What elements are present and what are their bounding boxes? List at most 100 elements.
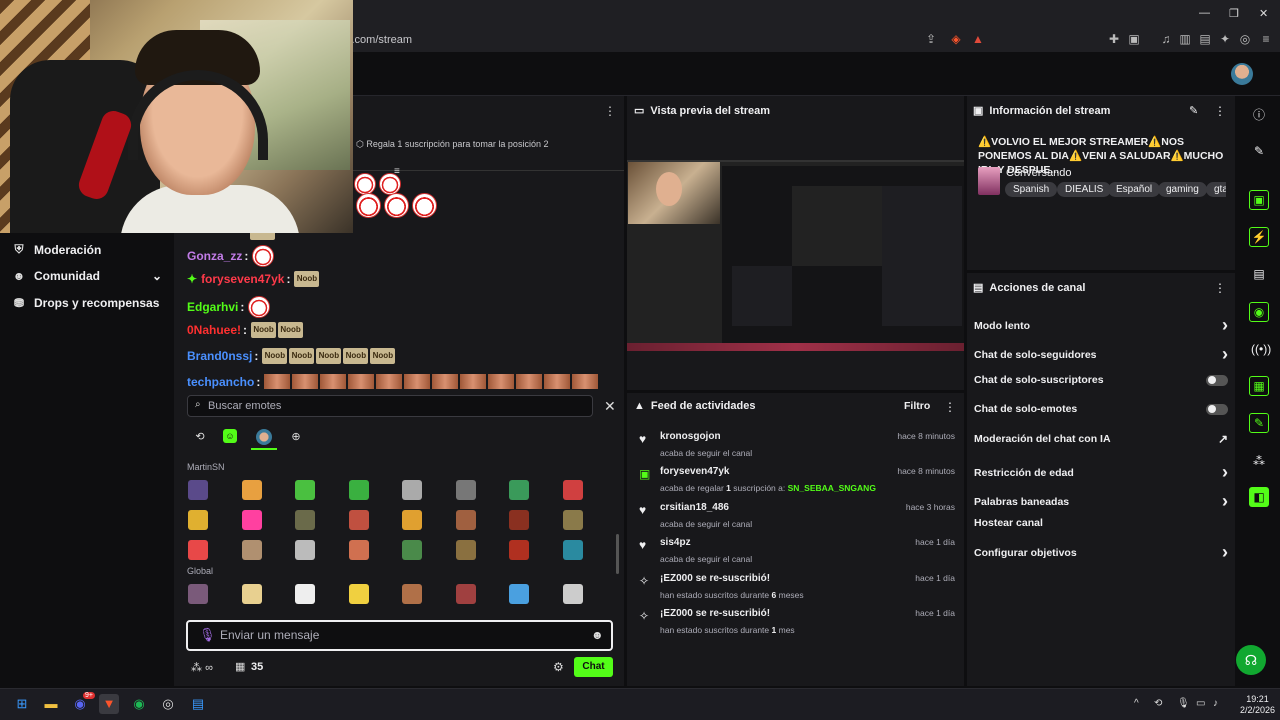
filter-button[interactable]: Filtro <box>904 400 930 412</box>
feed-item[interactable]: ✧ ¡EZ000 se re-suscribió! hace 1 día han es… <box>639 573 955 600</box>
emote-cell[interactable] <box>400 540 454 570</box>
edit-icon[interactable]: ✎ <box>1189 104 1198 117</box>
share-icon[interactable]: ⇪ <box>924 32 938 46</box>
music-icon[interactable]: ♫ <box>1159 32 1173 46</box>
feed-user[interactable]: crsitian18_486 <box>660 502 729 513</box>
chat-username[interactable]: 0Nahuee! <box>187 323 241 337</box>
chat-username[interactable]: Gonza_zz <box>187 249 242 263</box>
volume-icon[interactable]: ♪ <box>1213 698 1218 709</box>
emote-cell[interactable] <box>347 480 401 510</box>
document-icon[interactable]: ▤ <box>1251 266 1267 282</box>
tray-chevron-icon[interactable]: ^ <box>1134 698 1139 709</box>
broadcast-icon[interactable]: ((•)) <box>1251 341 1271 357</box>
action-row[interactable]: Chat de solo-emotes <box>974 403 1228 415</box>
feed-user[interactable]: foryseven47yk <box>660 466 730 477</box>
avatar[interactable] <box>1231 63 1253 85</box>
chat-username[interactable]: foryseven47yk <box>201 272 284 286</box>
network-icon[interactable]: ▭ <box>1196 698 1205 709</box>
action-row[interactable]: Palabras baneadas › <box>974 491 1228 512</box>
settings-gear-icon[interactable]: ⚙ <box>553 660 564 674</box>
toggle-switch[interactable] <box>1206 374 1228 386</box>
recent-emotes-tab[interactable]: ⟲ <box>192 429 208 445</box>
points-button[interactable]: ⁂ ∞ <box>191 661 213 674</box>
sidebar-icon[interactable]: ▥ <box>1178 32 1192 46</box>
close-window-button[interactable]: ✕ <box>1259 7 1268 20</box>
wallet-icon[interactable]: ▤ <box>1198 32 1212 46</box>
feed-user[interactable]: ¡EZ000 se re-suscribió! <box>660 608 770 619</box>
info-circle-icon[interactable]: ⓘ <box>1251 107 1267 123</box>
menu-icon[interactable]: ≡ <box>1259 32 1273 46</box>
sync-icon[interactable]: ⟲ <box>1154 698 1162 709</box>
channel-emotes-tab[interactable] <box>256 429 272 445</box>
tag-pill[interactable]: gaming <box>1158 182 1207 197</box>
emote-cell[interactable] <box>240 540 294 570</box>
preview-toggle-icon[interactable]: ▣ <box>1249 190 1269 210</box>
emote-search-input[interactable]: Buscar emotes <box>187 395 593 417</box>
windows-start-icon[interactable]: ⊞ <box>12 694 32 714</box>
feed-item[interactable]: ▣ foryseven47yk hace 8 minutos acaba de reg… <box>639 466 955 493</box>
emote-cell[interactable] <box>507 510 561 540</box>
emote-cell[interactable] <box>400 480 454 510</box>
emote-cell[interactable] <box>507 480 561 510</box>
microphone-tray-icon[interactable]: 🎙︎ <box>1177 698 1190 709</box>
send-chat-button[interactable]: Chat <box>574 657 613 677</box>
vpn-icon[interactable]: ◎ <box>1238 32 1252 46</box>
chat-menu-icon[interactable]: ⋮ <box>604 104 616 118</box>
emote-cell[interactable] <box>186 510 240 540</box>
tag-pill[interactable]: gta <box>1206 182 1226 197</box>
minimize-button[interactable]: — <box>1199 7 1210 19</box>
emote-cell[interactable] <box>240 510 294 540</box>
feed-item[interactable]: ♥ sis4pz hace 1 día acaba de seguir el cana… <box>639 537 955 564</box>
feed-user[interactable]: sis4pz <box>660 537 691 548</box>
pencil-icon[interactable]: ✎ <box>1251 143 1267 159</box>
globe-icon[interactable]: ⊕ <box>288 429 304 445</box>
toggle-switch[interactable] <box>1206 403 1228 415</box>
emote-cell[interactable] <box>240 480 294 510</box>
feed-item[interactable]: ♥ crsitian18_486 hace 3 horas acaba de segu… <box>639 502 955 529</box>
store-icon[interactable]: ▦ <box>235 660 245 673</box>
feed-user[interactable]: kronosgojon <box>660 431 721 442</box>
emote-cell[interactable] <box>347 510 401 540</box>
microphone-icon[interactable]: 🎙︎ <box>199 627 216 643</box>
leo-ai-icon[interactable]: ✦ <box>1218 32 1232 46</box>
scrollbar[interactable] <box>616 534 619 574</box>
emote-cell[interactable] <box>400 510 454 540</box>
category-image[interactable] <box>978 167 1000 195</box>
emote-cell[interactable] <box>347 540 401 570</box>
extensions-icon[interactable]: ✚ <box>1107 32 1121 46</box>
info-menu-icon[interactable]: ⋮ <box>1214 104 1226 118</box>
lightning-icon[interactable]: ⚡ <box>1249 227 1269 247</box>
action-row[interactable]: Moderación del chat con IA ↗ <box>974 432 1228 446</box>
emote-cell[interactable] <box>561 540 615 570</box>
drops-icon[interactable]: ⁂ <box>1251 453 1267 469</box>
action-row[interactable]: Configurar objetivos › <box>974 542 1228 563</box>
action-row[interactable]: Modo lento › <box>974 315 1228 336</box>
action-row[interactable]: Hostear canal <box>974 517 1228 529</box>
action-row[interactable]: Chat de solo-suscriptores <box>974 374 1228 386</box>
url-text[interactable]: k.com/stream <box>346 34 412 46</box>
gift-notice[interactable]: ⬡ Regala 1 suscripción para tomar la pos… <box>356 139 548 150</box>
emote-cell[interactable] <box>454 540 508 570</box>
emote-cell[interactable] <box>507 540 561 570</box>
category-name[interactable]: Conversando <box>1006 167 1071 179</box>
tag-pill[interactable]: Español <box>1108 182 1161 197</box>
feed-item[interactable]: ♥ kronosgojon hace 8 minutos acaba de segui… <box>639 431 955 458</box>
emote-cell[interactable] <box>293 510 347 540</box>
nav-item-drops[interactable]: ⛃ Drops y recompensas <box>12 296 159 310</box>
screenshot-icon[interactable]: ▣ <box>1127 32 1141 46</box>
chat-input[interactable]: Enviar un mensaje <box>186 620 613 651</box>
file-explorer-icon[interactable]: ▬ <box>41 694 61 714</box>
action-row[interactable]: Chat de solo-seguidores › <box>974 344 1228 365</box>
emote-cell[interactable] <box>561 510 615 540</box>
emote-cell[interactable] <box>454 480 508 510</box>
maximize-button[interactable]: ❐ <box>1229 7 1239 20</box>
chat-username[interactable]: Brand0nssj <box>187 349 252 363</box>
help-support-button[interactable]: ☊ <box>1236 645 1266 675</box>
system-clock[interactable]: 19:21 2/2/2026 <box>1240 694 1275 716</box>
feed-menu-icon[interactable]: ⋮ <box>944 400 956 414</box>
nav-item-community[interactable]: ☻ Comunidad ⌄ <box>12 269 162 283</box>
wrench-icon[interactable]: ✎ <box>1249 413 1269 433</box>
spotify-icon[interactable]: ◉ <box>129 694 149 714</box>
notepad-icon[interactable]: ▤ <box>188 694 208 714</box>
brave-rewards-icon[interactable]: ▲ <box>971 32 985 46</box>
